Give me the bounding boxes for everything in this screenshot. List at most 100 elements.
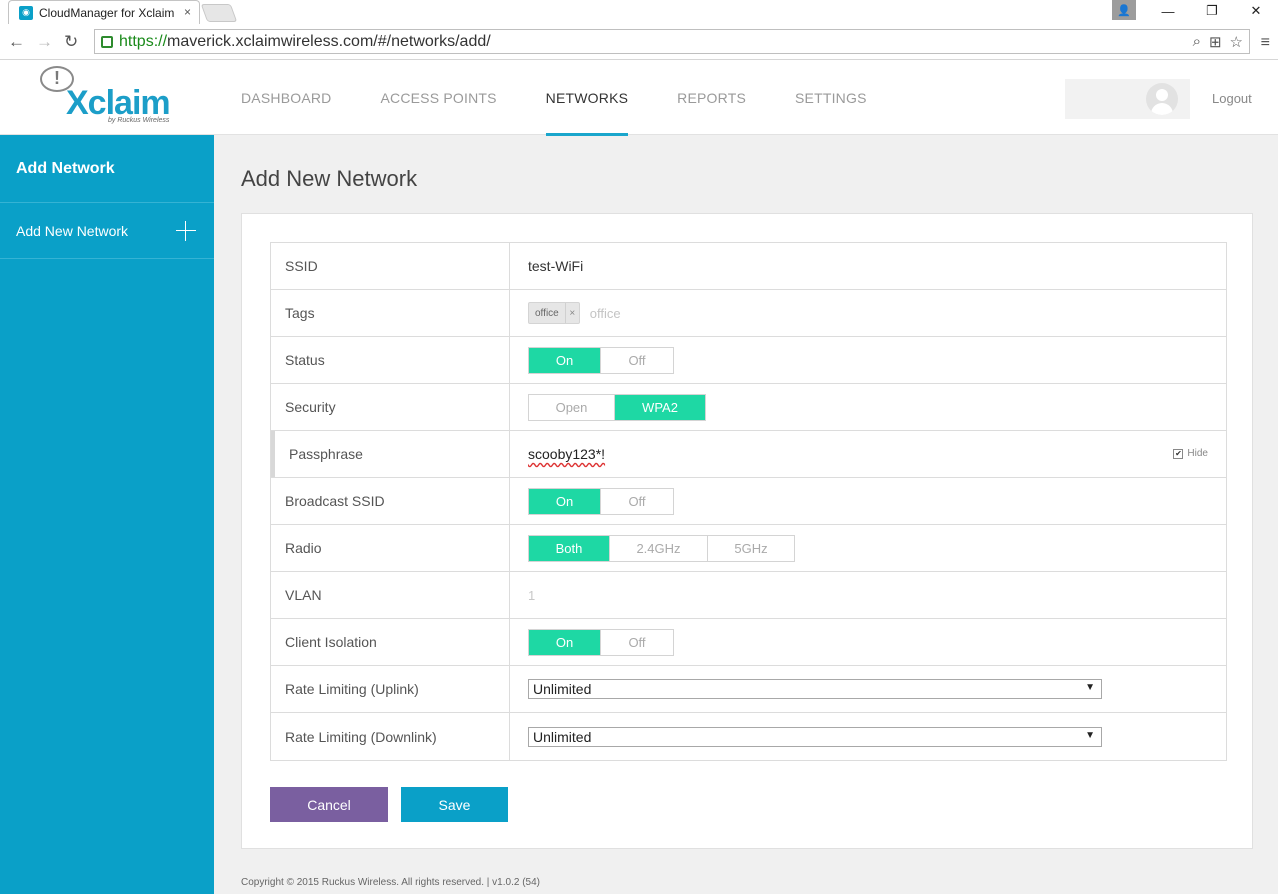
omnibox-icons: ⌕ ⊞ ☆ [1193, 33, 1243, 51]
radio-both-option[interactable]: Both [529, 535, 610, 561]
restore-button[interactable]: ❐ [1190, 0, 1234, 22]
main-nav: DASHBOARD ACCESS POINTS NETWORKS REPORTS… [241, 60, 916, 136]
sidebar-title: Add Network [0, 135, 214, 203]
ssid-input[interactable]: test-WiFi [510, 243, 1226, 289]
hide-checkbox-icon[interactable]: ✔ [1173, 448, 1184, 459]
downlink-label: Rate Limiting (Downlink) [271, 713, 510, 760]
security-label: Security [271, 384, 510, 430]
nav-access-points[interactable]: ACCESS POINTS [380, 60, 496, 135]
back-icon[interactable]: ← [8, 32, 25, 52]
address-bar[interactable]: https://maverick.xclaimwireless.com/#/ne… [94, 29, 1250, 54]
radio-5ghz-option[interactable]: 5GHz [708, 535, 794, 561]
profile-icon[interactable]: 👤 [1112, 0, 1136, 20]
tag-input[interactable]: office [590, 306, 621, 321]
dropdown-arrow-icon: ▼ [1085, 682, 1095, 693]
uplink-selected-value: Unlimited [533, 681, 592, 697]
isolation-label: Client Isolation [271, 619, 510, 665]
uplink-select[interactable]: Unlimited ▼ [528, 679, 1102, 699]
isolation-toggle: On Off [528, 628, 674, 656]
broadcast-on-option[interactable]: On [529, 488, 601, 514]
lock-icon [101, 35, 113, 48]
form-row-downlink: Rate Limiting (Downlink) Unlimited ▼ [271, 713, 1226, 760]
vlan-value: 1 [528, 587, 536, 603]
logout-link[interactable]: Logout [1212, 91, 1252, 106]
form-row-client-isolation: Client Isolation On Off [271, 619, 1226, 666]
vlan-label: VLAN [271, 572, 510, 618]
avatar-icon [1146, 83, 1178, 115]
security-toggle: Open WPA2 [528, 393, 706, 421]
broadcast-off-option[interactable]: Off [601, 488, 673, 514]
new-tab-button[interactable] [200, 4, 238, 22]
tag-chip-label: office [535, 307, 559, 319]
zoom-icon[interactable]: ⌕ [1193, 33, 1201, 51]
hide-passphrase-toggle[interactable]: ✔ Hide [1173, 448, 1208, 459]
xclaim-logo[interactable]: ! Xclaim by Ruckus Wireless [40, 66, 190, 130]
browser-menu-icon[interactable]: ≡ [1261, 34, 1270, 52]
form-row-passphrase: Passphrase scooby123*! ✔ Hide [271, 431, 1226, 478]
logo-tagline: by Ruckus Wireless [108, 117, 170, 124]
passphrase-label: Passphrase [271, 431, 510, 477]
broadcast-label: Broadcast SSID [271, 478, 510, 524]
form-row-vlan: VLAN 1 [271, 572, 1226, 619]
ssid-label: SSID [271, 243, 510, 289]
site-favicon-icon: ◉ [19, 5, 33, 20]
footer-copyright: Copyright © 2015 Ruckus Wireless. All ri… [241, 877, 540, 888]
form-row-security: Security Open WPA2 [271, 384, 1226, 431]
form-row-status: Status On Off [271, 337, 1226, 384]
security-open-option[interactable]: Open [529, 394, 615, 420]
isolation-off-option[interactable]: Off [601, 629, 673, 655]
browser-tab[interactable]: ◉ CloudManager for Xclaim × [8, 0, 200, 24]
nav-networks[interactable]: NETWORKS [545, 60, 629, 136]
passphrase-input[interactable]: scooby123*! ✔ Hide [510, 431, 1226, 477]
nav-reports[interactable]: REPORTS [677, 60, 746, 135]
tags-label: Tags [271, 290, 510, 336]
radio-2-4ghz-option[interactable]: 2.4GHz [610, 535, 708, 561]
tags-field[interactable]: office × office [510, 290, 1226, 336]
tag-remove-icon[interactable]: × [564, 303, 579, 323]
user-menu[interactable] [1065, 79, 1190, 119]
downlink-selected-value: Unlimited [533, 728, 592, 745]
translate-icon[interactable]: ⊞ [1209, 33, 1222, 51]
nav-dashboard[interactable]: DASHBOARD [241, 60, 331, 135]
form-row-uplink: Rate Limiting (Uplink) Unlimited ▼ [271, 666, 1226, 713]
status-on-option[interactable]: On [529, 347, 601, 373]
form-row-tags: Tags office × office [271, 290, 1226, 337]
bookmark-star-icon[interactable]: ☆ [1230, 33, 1243, 51]
passphrase-value: scooby123*! [528, 446, 606, 462]
minimize-button[interactable]: — [1146, 0, 1190, 22]
network-form: SSID test-WiFi Tags office × office Stat… [270, 242, 1227, 761]
status-label: Status [271, 337, 510, 383]
dropdown-arrow-icon: ▼ [1085, 729, 1095, 741]
save-button[interactable]: Save [401, 787, 508, 822]
uplink-label: Rate Limiting (Uplink) [271, 666, 510, 712]
broadcast-toggle: On Off [528, 487, 674, 515]
form-row-broadcast-ssid: Broadcast SSID On Off [271, 478, 1226, 525]
sidebar-item-add-new-network[interactable]: Add New Network [0, 203, 214, 259]
logo-exclamation-icon: ! [54, 68, 60, 88]
downlink-select[interactable]: Unlimited ▼ [528, 726, 1102, 747]
sidebar-item-label: Add New Network [16, 222, 129, 239]
isolation-on-option[interactable]: On [529, 629, 601, 655]
form-row-ssid: SSID test-WiFi [271, 243, 1226, 290]
status-off-option[interactable]: Off [601, 347, 673, 373]
app-header: ! Xclaim by Ruckus Wireless DASHBOARD AC… [0, 60, 1278, 136]
vlan-input[interactable]: 1 [510, 572, 1226, 618]
radio-label: Radio [271, 525, 510, 571]
nav-settings[interactable]: SETTINGS [795, 60, 867, 135]
browser-tabbar: ◉ CloudManager for Xclaim × 👤 — ❐ ✕ [0, 0, 1278, 24]
window-controls: 👤 — ❐ ✕ [1112, 0, 1278, 24]
sidebar: Add Network Add New Network [0, 135, 214, 894]
close-window-button[interactable]: ✕ [1234, 0, 1278, 22]
reload-icon[interactable]: ↻ [64, 32, 78, 52]
page-title: Add New Network [241, 166, 418, 191]
security-wpa2-option[interactable]: WPA2 [615, 394, 705, 420]
browser-toolbar: ← → ↻ https://maverick.xclaimwireless.co… [0, 24, 1278, 60]
forward-icon[interactable]: → [36, 32, 53, 52]
cancel-button[interactable]: Cancel [270, 787, 388, 822]
tab-close-icon[interactable]: × [184, 5, 191, 19]
status-toggle: On Off [528, 346, 674, 374]
plus-icon[interactable] [176, 221, 196, 241]
tag-chip: office × [528, 302, 580, 324]
tab-title: CloudManager for Xclaim [39, 5, 175, 20]
network-form-card: SSID test-WiFi Tags office × office Stat… [241, 213, 1253, 849]
